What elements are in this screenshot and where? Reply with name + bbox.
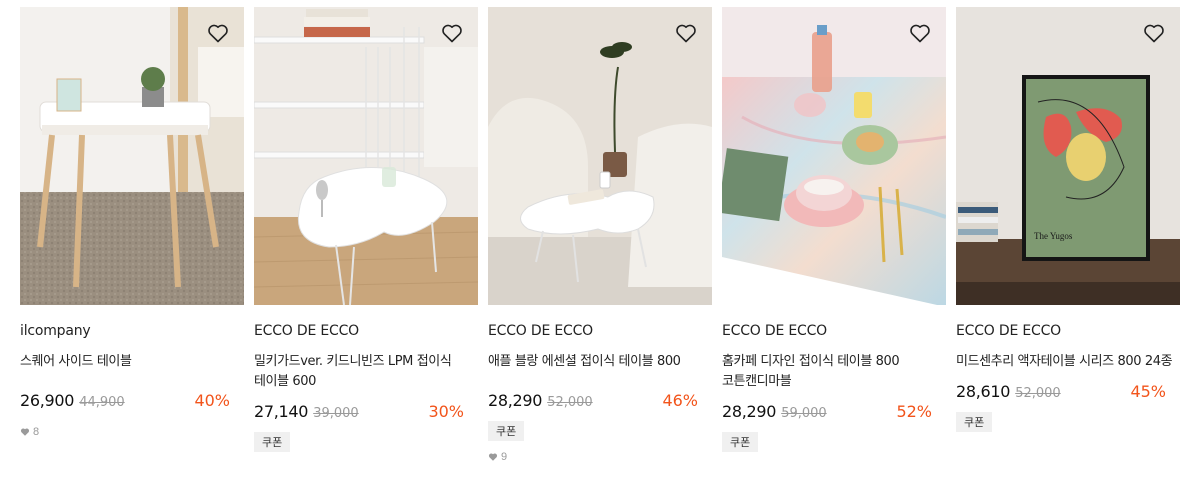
heart-outline-icon [910, 24, 930, 43]
coupon-badge: 쿠폰 [254, 432, 291, 452]
discount-rate: 40% [194, 391, 230, 410]
wishlist-button[interactable] [1142, 21, 1166, 45]
heart-filled-icon [488, 453, 498, 461]
coupon-badge: 쿠폰 [956, 412, 993, 432]
product-photo [488, 7, 712, 305]
heart-outline-icon [442, 24, 462, 43]
brand-name[interactable]: ECCO DE ECCO [956, 323, 1180, 340]
discount-rate: 45% [1130, 382, 1166, 401]
price-row: 26,900 44,900 40% [20, 391, 244, 413]
like-count-value: 8 [33, 426, 40, 438]
wishlist-button[interactable] [674, 21, 698, 45]
product-title[interactable]: 미드센추리 액자테이블 시리즈 800 24종 [956, 352, 1180, 372]
product-image[interactable] [254, 7, 478, 305]
product-image[interactable]: The Yugos [956, 7, 1180, 305]
product-card[interactable]: ilcompany 스퀘어 사이드 테이블 26,900 44,900 40% … [20, 7, 244, 438]
product-card[interactable]: ECCO DE ECCO 밀키가드ver. 키드니빈즈 LPM 접이식 테이블 … [254, 7, 478, 452]
price-row: 27,140 39,000 30% [254, 402, 478, 424]
heart-filled-icon [20, 428, 30, 436]
product-image[interactable] [722, 7, 946, 305]
product-grid: ilcompany 스퀘어 사이드 테이블 26,900 44,900 40% … [0, 0, 1188, 478]
product-photo [254, 7, 478, 305]
product-photo: The Yugos [956, 7, 1180, 305]
product-title[interactable]: 홈카페 디자인 접이식 테이블 800 코튼캔디마블 [722, 352, 946, 392]
heart-outline-icon [676, 24, 696, 43]
brand-name[interactable]: ECCO DE ECCO [488, 323, 712, 340]
product-title[interactable]: 스퀘어 사이드 테이블 [20, 352, 244, 372]
wishlist-button[interactable] [206, 21, 230, 45]
discount-rate: 52% [896, 402, 932, 421]
sale-price: 28,610 [956, 382, 1011, 401]
product-photo [722, 7, 946, 305]
price-row: 28,290 59,000 52% [722, 402, 946, 424]
sale-price: 28,290 [722, 402, 777, 421]
price-row: 28,290 52,000 46% [488, 391, 712, 413]
sale-price: 27,140 [254, 402, 309, 421]
original-price: 52,000 [1015, 386, 1061, 401]
discount-rate: 46% [662, 391, 698, 410]
like-count: 8 [20, 426, 244, 438]
like-count-value: 9 [501, 451, 508, 463]
product-card[interactable]: ECCO DE ECCO 홈카페 디자인 접이식 테이블 800 코튼캔디마블 … [722, 7, 946, 452]
brand-name[interactable]: ilcompany [20, 323, 244, 340]
heart-outline-icon [1144, 24, 1164, 43]
heart-outline-icon [208, 24, 228, 43]
original-price: 39,000 [313, 406, 359, 421]
sale-price: 26,900 [20, 391, 75, 410]
wishlist-button[interactable] [908, 21, 932, 45]
coupon-badge: 쿠폰 [488, 421, 525, 441]
original-price: 44,900 [79, 395, 125, 410]
product-title[interactable]: 밀키가드ver. 키드니빈즈 LPM 접이식 테이블 600 [254, 352, 478, 392]
product-image[interactable] [488, 7, 712, 305]
wishlist-button[interactable] [440, 21, 464, 45]
product-image[interactable] [20, 7, 244, 305]
coupon-badge: 쿠폰 [722, 432, 759, 452]
product-card[interactable]: ECCO DE ECCO 애플 블랑 에센셜 접이식 테이블 800 28,29… [488, 7, 712, 463]
discount-rate: 30% [428, 402, 464, 421]
product-photo [20, 7, 244, 305]
product-card[interactable]: The Yugos ECCO DE ECCO 미드센추리 액자테이블 시리즈 8… [956, 7, 1180, 432]
brand-name[interactable]: ECCO DE ECCO [254, 323, 478, 340]
sale-price: 28,290 [488, 391, 543, 410]
original-price: 59,000 [781, 406, 827, 421]
price-row: 28,610 52,000 45% [956, 382, 1180, 404]
original-price: 52,000 [547, 395, 593, 410]
like-count: 9 [488, 451, 712, 463]
poster-title: The Yugos [1034, 231, 1073, 241]
product-title[interactable]: 애플 블랑 에센셜 접이식 테이블 800 [488, 352, 712, 372]
brand-name[interactable]: ECCO DE ECCO [722, 323, 946, 340]
